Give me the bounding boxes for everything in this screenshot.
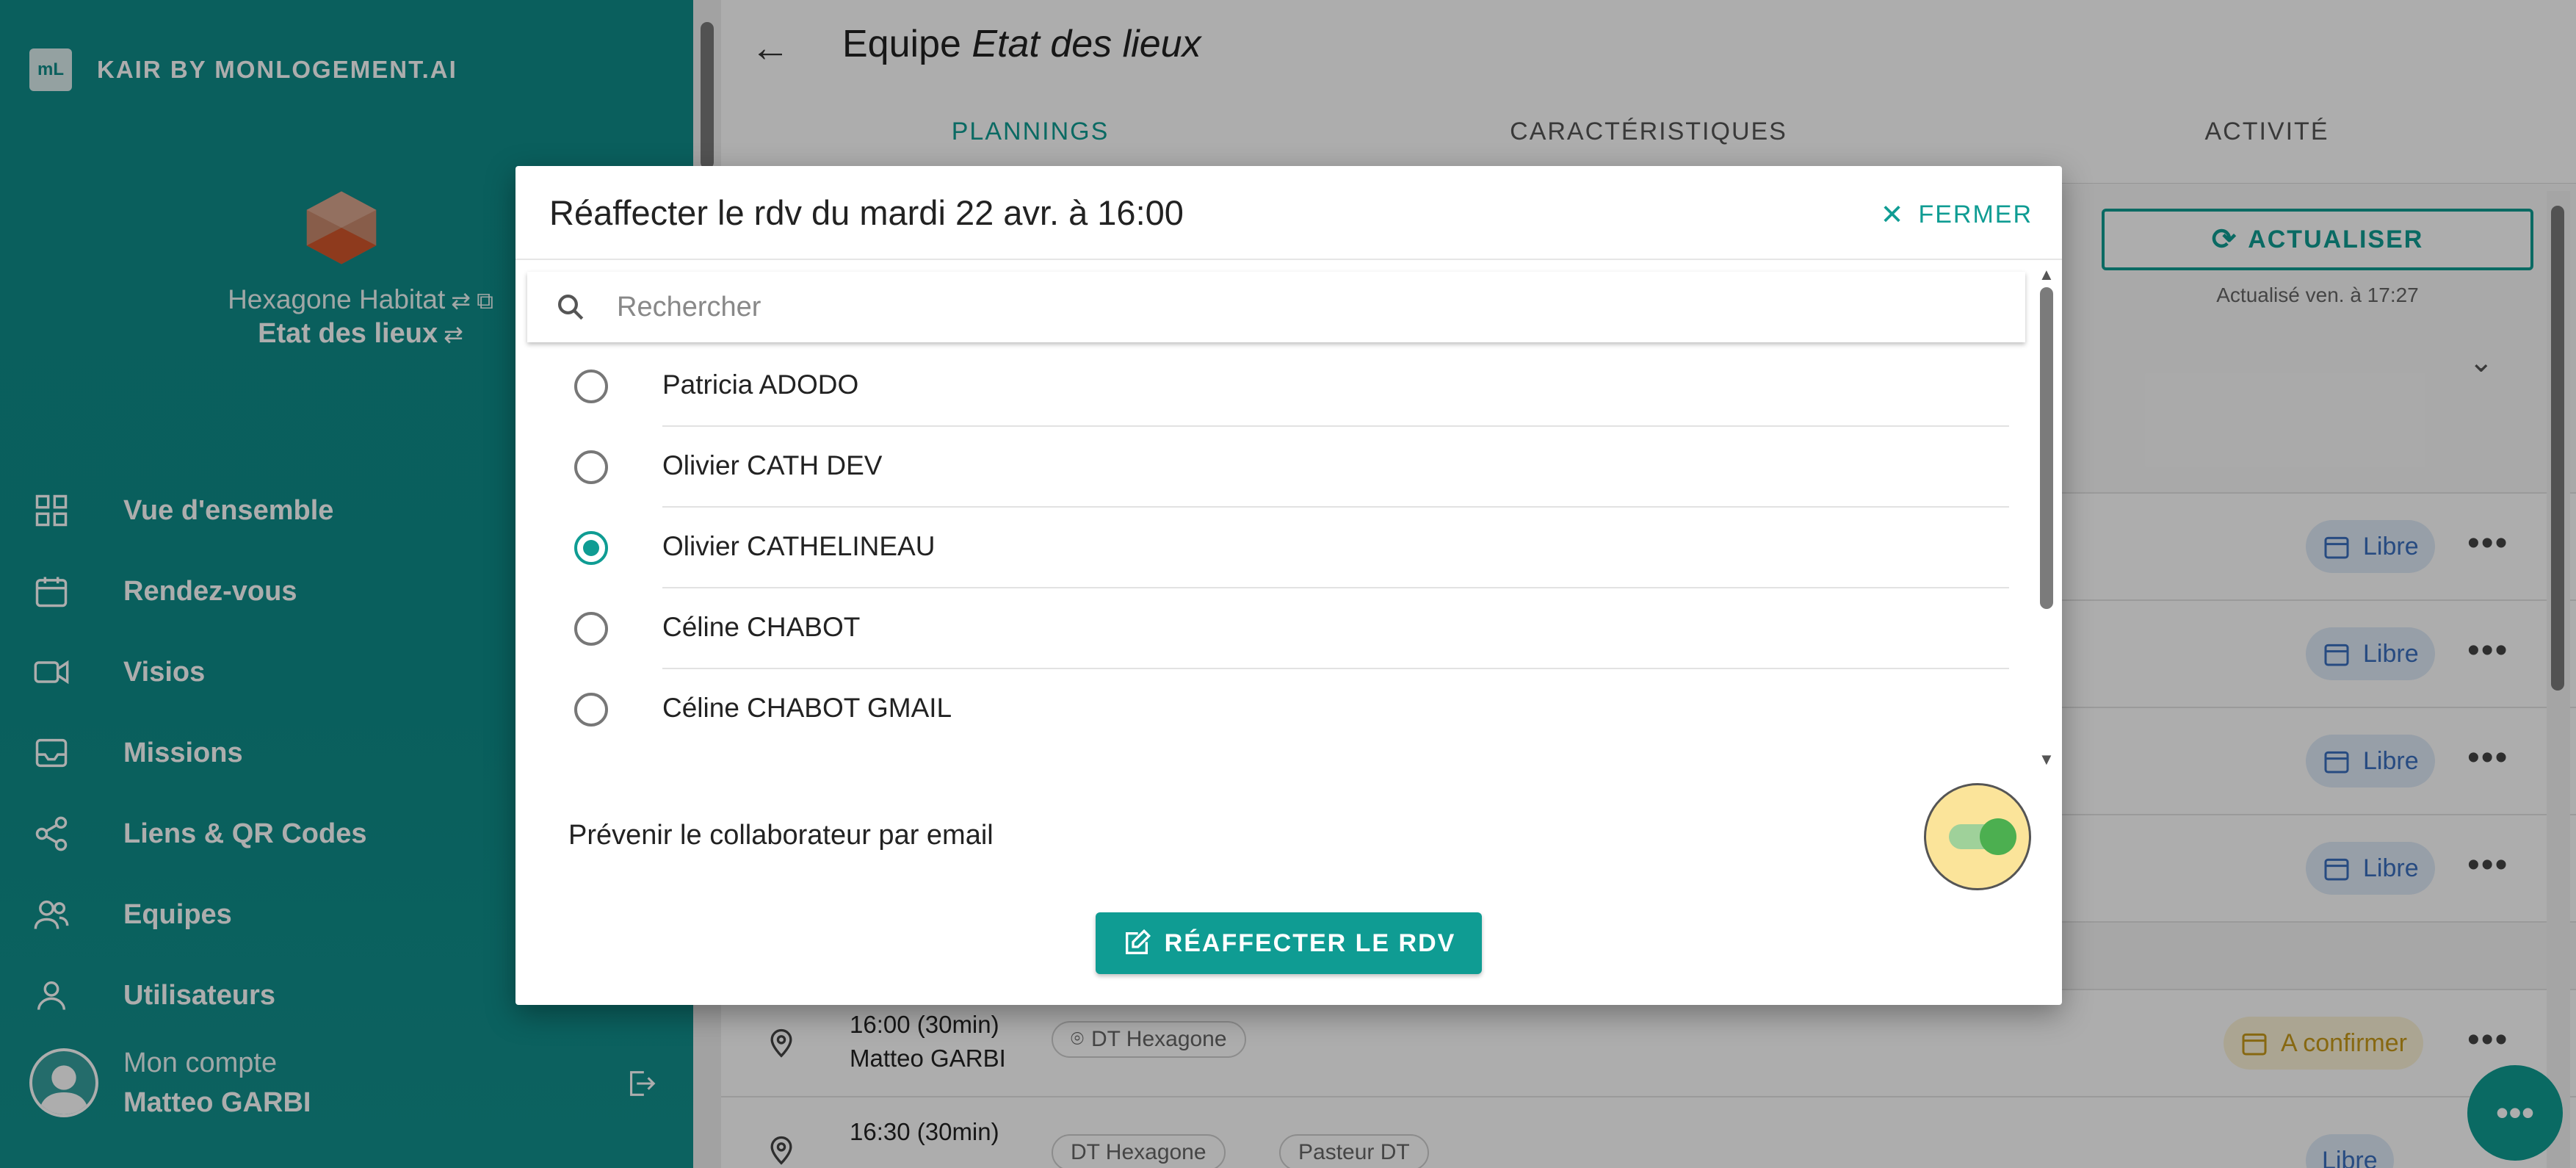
search-bar (527, 272, 2025, 342)
radio-button[interactable] (574, 450, 608, 484)
list-item[interactable]: Olivier CATHELINEAU (515, 508, 2014, 588)
search-input[interactable] (617, 291, 1939, 323)
reassign-label: RÉAFFECTER LE RDV (1164, 929, 1456, 957)
dialog-title: Réaffecter le rdv du mardi 22 avr. à 16:… (549, 193, 1184, 232)
reassign-dialog: Réaffecter le rdv du mardi 22 avr. à 16:… (515, 166, 2062, 1005)
search-icon (558, 295, 584, 320)
dialog-header: Réaffecter le rdv du mardi 22 avr. à 16:… (515, 166, 2062, 260)
notify-label: Prévenir le collaborateur par email (568, 820, 994, 851)
scroll-down-icon[interactable]: ▼ (2038, 750, 2055, 769)
close-icon: ✕ (1880, 200, 1906, 231)
reassign-button[interactable]: RÉAFFECTER LE RDV (1096, 912, 1482, 974)
assignee-name: Céline CHABOT (662, 612, 861, 642)
list-item[interactable]: Olivier CATH DEV (515, 427, 2014, 508)
edit-icon (1125, 929, 1151, 954)
radio-button-selected[interactable] (574, 531, 608, 565)
scroll-up-icon[interactable]: ▲ (2038, 265, 2055, 284)
close-label: FERMER (1918, 201, 2033, 228)
assignee-name: Patricia ADODO (662, 369, 859, 400)
close-button[interactable]: ✕ FERMER (1881, 198, 2033, 231)
radio-button[interactable] (574, 693, 608, 727)
assignee-name: Céline CHABOT GMAIL (662, 693, 952, 723)
assignee-name: Olivier CATH DEV (662, 450, 883, 480)
radio-button[interactable] (574, 612, 608, 646)
scroll-thumb[interactable] (2040, 287, 2053, 609)
list-item[interactable]: Céline CHABOT (515, 588, 2014, 669)
assignee-name: Olivier CATHELINEAU (662, 531, 936, 561)
radio-button[interactable] (574, 369, 608, 403)
list-item[interactable]: Patricia ADODO (515, 346, 2014, 427)
list-item[interactable]: Céline CHABOT GMAIL (515, 669, 2014, 750)
dialog-scrollbar[interactable]: ▲ ▼ (2037, 265, 2056, 768)
notify-toggle-knob[interactable] (1980, 818, 2016, 855)
